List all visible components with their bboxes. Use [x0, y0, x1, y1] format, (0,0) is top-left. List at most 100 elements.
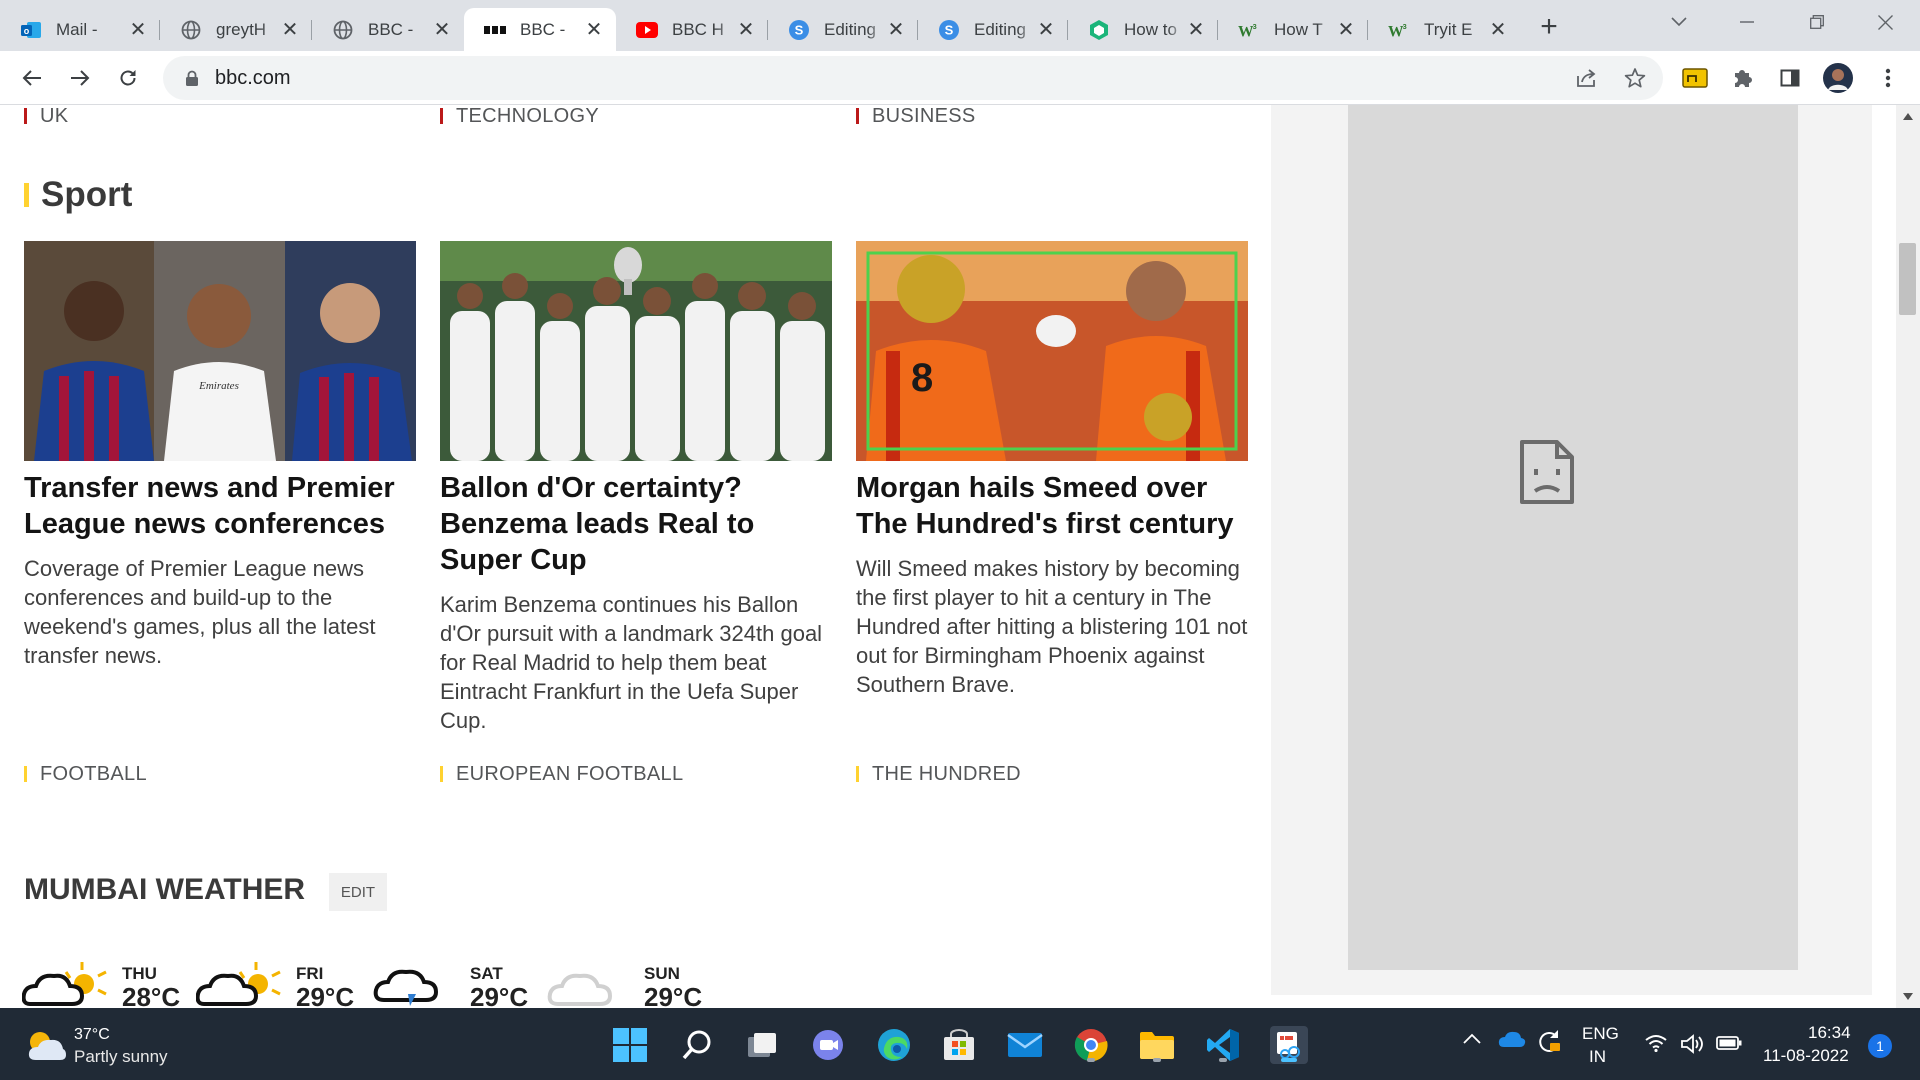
tab-mail[interactable]: o Mail - ✕	[0, 8, 160, 51]
tab-tryit[interactable]: W3 Tryit E ✕	[1368, 8, 1520, 51]
ad-sidebar	[1271, 105, 1872, 995]
url-text: bbc.com	[215, 66, 291, 89]
weather-day: THU	[122, 964, 157, 983]
close-icon[interactable]: ✕	[1036, 19, 1056, 41]
close-icon[interactable]: ✕	[1186, 19, 1206, 41]
close-icon[interactable]: ✕	[584, 19, 604, 41]
back-arrow-icon[interactable]	[14, 60, 50, 96]
category-link-uk[interactable]: UK	[24, 105, 68, 128]
close-window-icon[interactable]	[1862, 8, 1908, 36]
extensions-puzzle-icon[interactable]	[1724, 60, 1760, 96]
taskbar-weather-widget[interactable]: 37°C Partly sunny	[24, 1024, 224, 1068]
scrollbar[interactable]	[1896, 105, 1920, 1008]
windows-start-icon[interactable]	[611, 1026, 649, 1064]
chrome-icon[interactable]	[1072, 1026, 1110, 1064]
article-headline[interactable]: Ballon d'Or certainty? Benzema leads Rea…	[440, 470, 840, 578]
tab-editing-1[interactable]: S Editing ✕	[768, 8, 918, 51]
article-summary: Will Smeed makes history by becoming the…	[856, 556, 1248, 697]
wifi-icon[interactable]	[1644, 1034, 1668, 1054]
tab-bbc-1[interactable]: BBC - ✕	[312, 8, 464, 51]
svg-text:3: 3	[1253, 22, 1257, 31]
side-panel-icon[interactable]	[1772, 60, 1808, 96]
weather-day: FRI	[296, 964, 324, 983]
task-view-icon[interactable]	[743, 1026, 781, 1064]
avatar[interactable]	[1820, 60, 1856, 96]
vscode-icon[interactable]	[1204, 1026, 1242, 1064]
microsoft-store-icon[interactable]	[940, 1026, 978, 1064]
close-icon[interactable]: ✕	[886, 19, 906, 41]
category-link-the-hundred[interactable]: THE HUNDRED	[856, 763, 1021, 786]
teams-chat-icon[interactable]	[809, 1026, 847, 1064]
article-headline[interactable]: Transfer news and Premier League news co…	[24, 470, 424, 542]
bookmark-star-icon[interactable]	[1617, 60, 1653, 96]
category-link-technology[interactable]: TECHNOLOGY	[440, 105, 599, 128]
tab-greyth[interactable]: greytH ✕	[160, 8, 312, 51]
editor-icon: S	[788, 19, 810, 41]
clock-time[interactable]: 16:34	[1808, 1023, 1851, 1043]
language-region[interactable]: IN	[1589, 1047, 1606, 1067]
search-icon[interactable]	[678, 1026, 716, 1064]
tab-bbc-active[interactable]: BBC - ✕	[464, 8, 616, 51]
tab-search-icon[interactable]	[1656, 8, 1702, 36]
advert-slot[interactable]	[1348, 105, 1798, 970]
extension-cast-icon[interactable]	[1677, 60, 1713, 96]
snipping-tool-icon[interactable]	[1270, 1026, 1308, 1064]
forward-arrow-icon[interactable]	[62, 60, 98, 96]
svg-text:S: S	[945, 22, 954, 37]
close-icon[interactable]: ✕	[128, 19, 148, 41]
section-title[interactable]: Sport	[24, 175, 132, 215]
clock-date[interactable]: 11-08-2022	[1763, 1046, 1849, 1066]
tab-bbc-youtube[interactable]: BBC H ✕	[616, 8, 768, 51]
outlook-icon: o	[20, 19, 42, 41]
edge-browser-icon[interactable]	[875, 1026, 913, 1064]
tab-editing-2[interactable]: S Editing ✕	[918, 8, 1068, 51]
lock-icon[interactable]	[181, 70, 203, 87]
close-icon[interactable]: ✕	[1336, 19, 1356, 41]
tab-title: BBC -	[520, 19, 566, 39]
scroll-up-icon[interactable]	[1903, 113, 1913, 120]
mail-icon[interactable]	[1006, 1026, 1044, 1064]
svg-text:o: o	[24, 26, 30, 36]
tab-how-to-2[interactable]: W3 How T ✕	[1218, 8, 1368, 51]
reload-icon[interactable]	[110, 60, 146, 96]
weather-temp: 29°C	[296, 982, 355, 1008]
tab-title: BBC -	[368, 19, 414, 39]
wikihow-icon: W3	[1388, 19, 1410, 41]
new-tab-button[interactable]: +	[1532, 10, 1566, 44]
chevron-up-icon[interactable]	[1462, 1032, 1486, 1056]
close-icon[interactable]: ✕	[432, 19, 452, 41]
address-bar[interactable]: bbc.com	[163, 56, 1663, 100]
globe-icon	[180, 19, 202, 41]
tab-strip: o Mail - ✕ greytH ✕ BBC - ✕ BBC - ✕ BBC …	[0, 0, 1920, 51]
menu-kebab-icon[interactable]	[1870, 60, 1906, 96]
tab-how-to-1[interactable]: How to ✕	[1068, 8, 1218, 51]
share-icon[interactable]	[1569, 60, 1605, 96]
trophy-celebration-photo[interactable]	[440, 241, 832, 461]
close-icon[interactable]: ✕	[1488, 19, 1508, 41]
scroll-down-icon[interactable]	[1903, 993, 1913, 1000]
file-explorer-icon[interactable]	[1138, 1026, 1176, 1064]
category-link-european-football[interactable]: EUROPEAN FOOTBALL	[440, 763, 683, 786]
language-code[interactable]: ENG	[1582, 1024, 1619, 1044]
cricketers-photo[interactable]: 8	[856, 241, 1248, 461]
svg-text:8: 8	[911, 356, 933, 400]
footballers-photo[interactable]: Emirates	[24, 241, 416, 461]
minimize-icon[interactable]	[1724, 8, 1770, 36]
svg-text:3: 3	[1403, 22, 1407, 31]
restore-icon[interactable]	[1794, 8, 1840, 36]
close-icon[interactable]: ✕	[280, 19, 300, 41]
svg-text:W: W	[1238, 23, 1254, 39]
onedrive-icon[interactable]	[1498, 1030, 1528, 1054]
article-headline[interactable]: Morgan hails Smeed over The Hundred's fi…	[856, 470, 1256, 542]
sync-icon[interactable]	[1536, 1028, 1564, 1056]
close-icon[interactable]: ✕	[736, 19, 756, 41]
weather-edit-button[interactable]: EDIT	[329, 873, 387, 911]
article-summary: Karim Benzema continues his Ballon d'Or …	[440, 592, 823, 733]
category-link-business[interactable]: BUSINESS	[856, 105, 976, 128]
scrollbar-thumb[interactable]	[1899, 243, 1916, 315]
volume-icon[interactable]	[1680, 1034, 1706, 1054]
notification-badge[interactable]: 1	[1868, 1034, 1892, 1058]
wikihow-icon: W3	[1238, 19, 1260, 41]
battery-icon[interactable]	[1716, 1036, 1744, 1054]
category-link-football[interactable]: FOOTBALL	[24, 763, 147, 786]
